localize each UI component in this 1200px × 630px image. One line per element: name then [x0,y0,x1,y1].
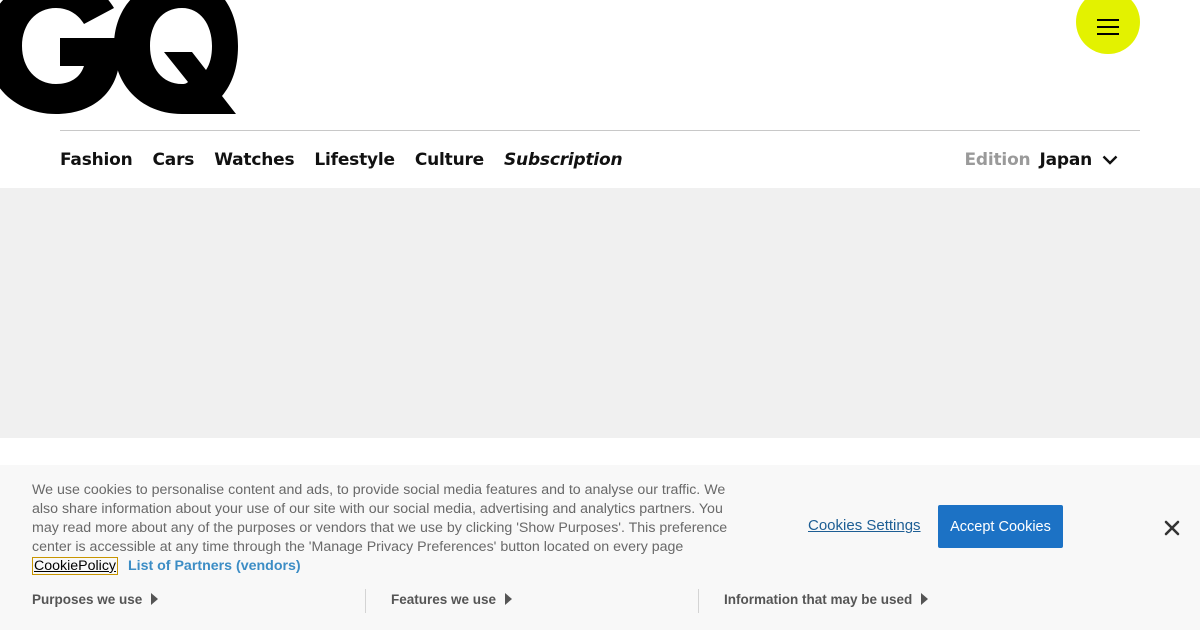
gq-logo[interactable] [0,0,238,114]
information-label: Information that may be used [724,591,913,607]
ad-placeholder [0,188,1200,438]
purposes-row: Purposes we use Features we use Informat… [0,589,1200,613]
edition-selector[interactable]: Edition Japan [965,148,1119,172]
cookie-notice-body: We use cookies to personalise content an… [32,482,728,555]
nav-item-watches[interactable]: Watches [214,150,294,170]
purposes-label: Purposes we use [32,591,143,607]
partners-link[interactable]: List of Partners (vendors) [128,558,301,574]
header-divider [60,130,1140,131]
features-label: Features we use [391,591,497,607]
close-icon [1164,520,1180,536]
edition-value: Japan [1039,150,1092,170]
information-toggle[interactable]: Information that may be used [724,589,929,609]
cookies-settings-link[interactable]: Cookies Settings [808,517,921,534]
nav-item-fashion[interactable]: Fashion [60,150,133,170]
purposes-toggle[interactable]: Purposes we use [32,589,159,609]
hamburger-menu-icon [1097,19,1119,35]
caret-right-icon [151,593,159,605]
features-toggle[interactable]: Features we use [391,589,513,609]
chevron-down-icon [1102,155,1118,165]
caret-right-icon [921,593,929,605]
cookie-banner: We use cookies to personalise content an… [0,465,1200,630]
section-divider [698,589,699,613]
main-nav: Fashion Cars Watches Lifestyle Culture S… [60,148,642,172]
cookie-notice-text: We use cookies to personalise content an… [32,481,732,576]
caret-right-icon [505,593,513,605]
accept-cookies-button[interactable]: Accept Cookies [938,505,1063,548]
nav-item-cars[interactable]: Cars [153,150,195,170]
close-button[interactable] [1162,518,1182,538]
edition-label: Edition [964,150,1031,170]
menu-button[interactable] [1076,0,1140,54]
nav-item-lifestyle[interactable]: Lifestyle [314,150,395,170]
site-header: Fashion Cars Watches Lifestyle Culture S… [0,0,1200,188]
section-divider [365,589,366,613]
cookie-policy-link[interactable]: CookiePolicy [32,557,119,575]
nav-item-subscription[interactable]: Subscription [504,150,623,170]
nav-item-culture[interactable]: Culture [415,150,484,170]
